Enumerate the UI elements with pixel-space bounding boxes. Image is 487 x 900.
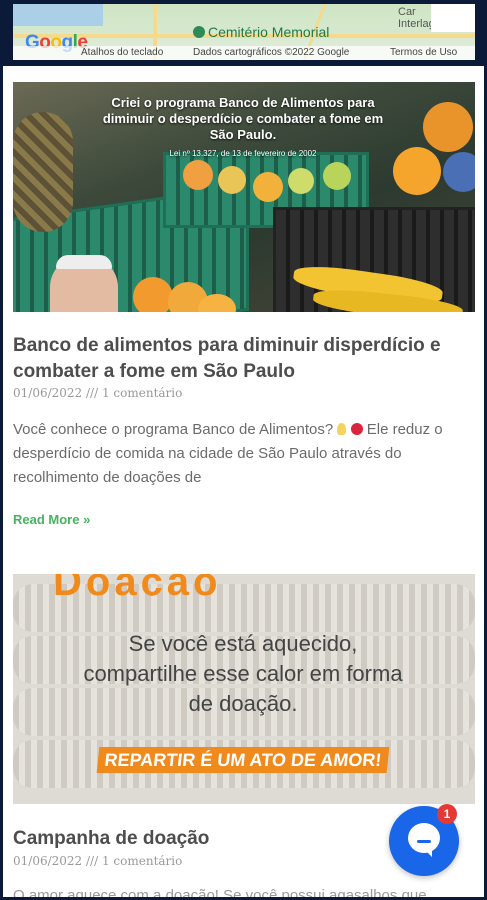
post-comments-link[interactable]: 1 comentário bbox=[102, 386, 182, 400]
map-corner-control bbox=[431, 4, 475, 32]
map-cemetery-label: Cemitério Memorial bbox=[193, 24, 329, 40]
post-date: 01/06/2022 bbox=[13, 386, 83, 400]
light-bulb-icon bbox=[337, 423, 347, 435]
image-law-caption: Lei nº 13.327, de 13 de fevereiro de 200… bbox=[169, 149, 317, 158]
map-footer: Atalhos do teclado Dados cartográficos ©… bbox=[13, 46, 475, 60]
post-title[interactable]: Banco de alimentos para diminuir disperd… bbox=[13, 333, 473, 385]
map-water bbox=[13, 4, 103, 26]
politician-photo bbox=[50, 255, 118, 312]
pineapple bbox=[13, 112, 73, 232]
image-headline: Criei o programa Banco de Alimentos para… bbox=[102, 95, 384, 142]
post-excerpt: Você conhece o programa Banco de Aliment… bbox=[13, 421, 443, 486]
post-comments-link[interactable]: 1 comentário bbox=[102, 854, 182, 868]
chat-notification-badge: 1 bbox=[437, 804, 457, 824]
fruit bbox=[288, 168, 314, 194]
map-pin-icon bbox=[193, 26, 205, 38]
post-image-food-bank[interactable]: Criei o programa Banco de Alimentos para… bbox=[13, 82, 475, 312]
map-embed: Cemitério Memorial Car Interlagos Google… bbox=[3, 0, 484, 66]
fruit bbox=[323, 162, 351, 190]
post-excerpt: O amor aquece com a doação! Se você poss… bbox=[13, 887, 427, 900]
fruit bbox=[443, 152, 475, 192]
fruit bbox=[133, 277, 173, 312]
google-map[interactable]: Cemitério Memorial Car Interlagos Google… bbox=[13, 4, 475, 60]
fruit bbox=[423, 102, 473, 152]
map-terms-link[interactable]: Termos de Uso bbox=[390, 47, 457, 58]
fruit bbox=[253, 172, 283, 202]
red-apple-icon bbox=[350, 423, 363, 435]
read-more-link[interactable]: Read More » bbox=[13, 512, 90, 527]
chat-bubble-icon bbox=[408, 823, 440, 857]
chat-widget-button[interactable]: 1 bbox=[389, 804, 459, 876]
image-top-title: Doação bbox=[53, 574, 222, 596]
post-image-donation-campaign[interactable]: Doação Se você está aquecido, compartilh… bbox=[13, 574, 475, 804]
fruit bbox=[393, 147, 441, 195]
post-date: 01/06/2022 bbox=[13, 854, 83, 868]
meta-separator: /// bbox=[86, 854, 99, 868]
fruit bbox=[183, 160, 213, 190]
image-banner: REPARTIR É UM ATO DE AMOR! bbox=[96, 747, 390, 773]
meta-separator: /// bbox=[86, 386, 99, 400]
post-meta: 01/06/2022 /// 1 comentário bbox=[13, 854, 182, 868]
fruit bbox=[218, 166, 246, 194]
page: Cemitério Memorial Car Interlagos Google… bbox=[0, 0, 487, 900]
post-meta: 01/06/2022 /// 1 comentário bbox=[13, 386, 182, 400]
map-data-credit: Dados cartográficos ©2022 Google bbox=[193, 47, 350, 58]
map-shortcuts-link[interactable]: Atalhos do teclado bbox=[81, 47, 163, 58]
image-main-text: Se você está aquecido, compartilhe esse … bbox=[83, 631, 403, 716]
